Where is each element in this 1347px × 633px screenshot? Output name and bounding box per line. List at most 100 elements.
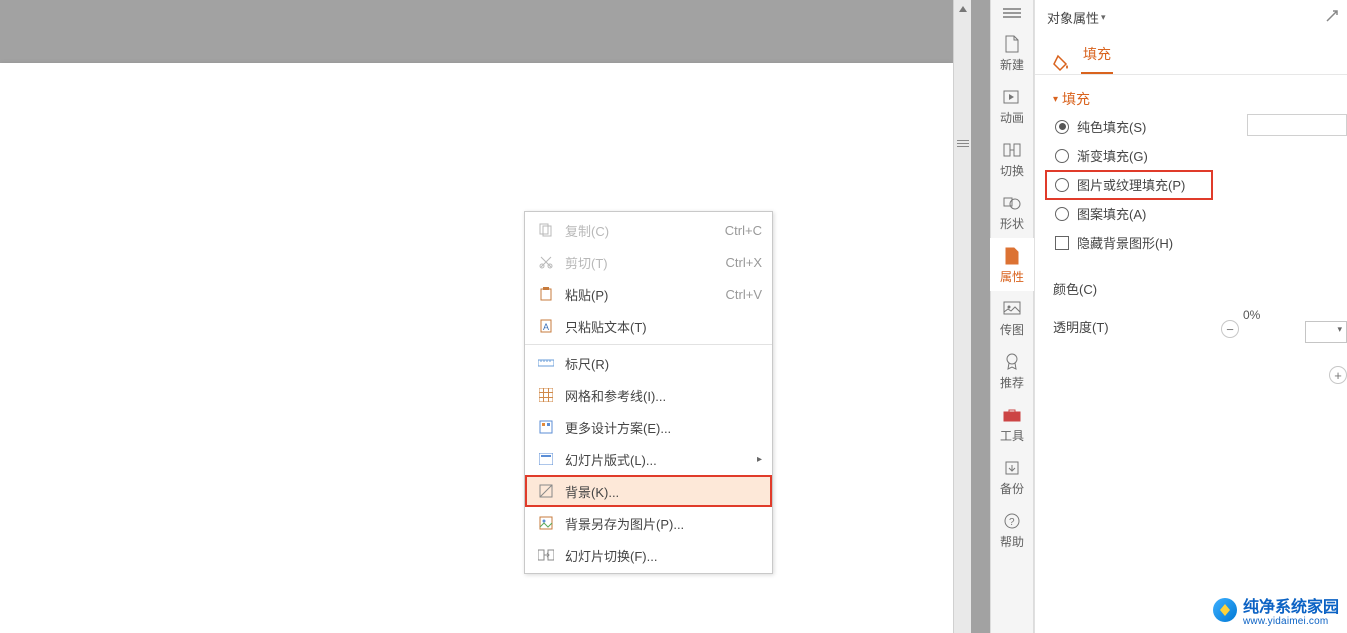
menu-save-background[interactable]: 背景另存为图片(P)... <box>525 507 772 539</box>
background-icon <box>535 482 557 500</box>
menu-grid[interactable]: 网格和参考线(I)... <box>525 379 772 411</box>
panel-title: 对象属性 <box>1047 8 1099 27</box>
watermark: 纯净系统家园 www.yidaimei.com <box>1213 593 1339 627</box>
submenu-arrow-icon: ▸ <box>757 454 762 465</box>
backup-icon <box>1004 458 1020 478</box>
tool-label: 帮助 <box>1000 533 1024 550</box>
menu-more-design[interactable]: 更多设计方案(E)... <box>525 411 772 443</box>
save-image-icon <box>535 514 557 532</box>
menu-cut: 剪切(T) Ctrl+X <box>525 246 772 278</box>
section-title-fill[interactable]: ▾ 填充 <box>1053 89 1329 109</box>
animation-icon <box>1003 87 1021 107</box>
radio-icon <box>1055 207 1069 221</box>
layout-icon <box>535 450 557 468</box>
fill-section: ▾ 填充 纯色填充(S) 渐变填充(G) 图片或纹理填充(P) 图案填充(A) <box>1035 75 1347 256</box>
menu-label: 剪切(T) <box>565 253 718 272</box>
scroll-up-arrow[interactable] <box>954 0 971 18</box>
panel-title-dropdown[interactable]: 对象属性 ▾ <box>1035 0 1347 34</box>
watermark-logo-icon <box>1213 598 1237 622</box>
transparency-value: 0% <box>1243 308 1260 322</box>
watermark-url: www.yidaimei.com <box>1243 617 1339 627</box>
side-toolbar: 新建 动画 切换 形状 属性 传图 推荐 工具 备份 ? 帮助 <box>990 0 1034 633</box>
theme-icon <box>535 418 557 436</box>
tab-fill[interactable]: 填充 <box>1081 40 1113 74</box>
radio-icon <box>1055 149 1069 163</box>
checkbox-hide-background[interactable]: 隐藏背景图形(H) <box>1055 233 1329 252</box>
toolbox-icon <box>1003 405 1021 425</box>
tool-transition[interactable]: 切换 <box>990 132 1034 185</box>
watermark-title: 纯净系统家园 <box>1243 593 1339 617</box>
radio-icon <box>1055 178 1069 192</box>
radio-gradient-fill[interactable]: 渐变填充(G) <box>1055 146 1329 165</box>
svg-text:A: A <box>543 322 549 332</box>
menu-label: 粘贴(P) <box>565 285 718 304</box>
menu-slide-layout[interactable]: 幻灯片版式(L)... ▸ <box>525 443 772 475</box>
tool-new[interactable]: 新建 <box>990 26 1034 79</box>
tool-label: 传图 <box>1000 321 1024 338</box>
menu-label: 更多设计方案(E)... <box>565 418 762 437</box>
tab-row: 填充 <box>1035 34 1347 75</box>
checkbox-icon <box>1055 236 1069 250</box>
transparency-label: 透明度(T) <box>1053 317 1133 336</box>
radio-pattern-fill[interactable]: 图案填充(A) <box>1055 204 1329 223</box>
properties-panel: 对象属性 ▾ 填充 ▾ 填充 纯色填充(S) 渐变填充(G) 图 <box>1034 0 1347 633</box>
tool-animation[interactable]: 动画 <box>990 79 1034 132</box>
menu-label: 标尺(R) <box>565 354 762 373</box>
paste-text-icon: A <box>535 317 557 335</box>
collapse-pin-icon[interactable] <box>1325 9 1339 26</box>
menu-copy: 复制(C) Ctrl+C <box>525 214 772 246</box>
menu-label: 背景另存为图片(P)... <box>565 514 762 533</box>
properties-icon <box>1004 246 1020 266</box>
menu-shortcut: Ctrl+C <box>725 223 762 238</box>
toolbar-handle-icon[interactable] <box>991 0 1033 26</box>
radio-solid-fill[interactable]: 纯色填充(S) <box>1055 117 1329 136</box>
cut-icon <box>535 253 557 271</box>
menu-background[interactable]: 背景(K)... <box>525 475 772 507</box>
scrollbar-vertical[interactable] <box>953 0 971 633</box>
radio-label: 纯色填充(S) <box>1077 117 1146 136</box>
tool-label: 属性 <box>1000 268 1024 285</box>
chevron-down-icon: ▾ <box>1101 12 1106 23</box>
tool-shape[interactable]: 形状 <box>990 185 1034 238</box>
radio-label: 渐变填充(G) <box>1077 146 1148 165</box>
section-label: 填充 <box>1062 89 1090 109</box>
transition-icon <box>535 546 557 564</box>
checkbox-label: 隐藏背景图形(H) <box>1077 233 1173 252</box>
collapse-arrow-icon: ▾ <box>1053 94 1058 105</box>
tool-label: 工具 <box>1000 427 1024 444</box>
menu-label: 只粘贴文本(T) <box>565 317 762 336</box>
slide[interactable] <box>0 63 953 633</box>
menu-slide-transition[interactable]: 幻灯片切换(F)... <box>525 539 772 571</box>
slider-minus-button[interactable]: − <box>1221 320 1239 338</box>
menu-paste[interactable]: 粘贴(P) Ctrl+V <box>525 278 772 310</box>
tool-recommend[interactable]: 推荐 <box>990 344 1034 397</box>
menu-label: 幻灯片版式(L)... <box>565 450 757 469</box>
paste-icon <box>535 285 557 303</box>
tool-properties[interactable]: 属性 <box>990 238 1034 291</box>
scroll-marker-icon <box>957 140 969 150</box>
copy-icon <box>535 221 557 239</box>
svg-text:?: ? <box>1009 517 1015 528</box>
medal-icon <box>1005 352 1019 372</box>
menu-label: 背景(K)... <box>565 482 762 501</box>
tool-label: 动画 <box>1000 109 1024 126</box>
radio-picture-fill[interactable]: 图片或纹理填充(P) <box>1055 175 1329 194</box>
tool-image[interactable]: 传图 <box>990 291 1034 344</box>
shape-icon <box>1003 193 1021 213</box>
radio-label: 图片或纹理填充(P) <box>1077 175 1185 194</box>
fill-bucket-icon <box>1051 52 1073 74</box>
menu-paste-text[interactable]: A 只粘贴文本(T) <box>525 310 772 342</box>
menu-label: 网格和参考线(I)... <box>565 386 762 405</box>
help-icon: ? <box>1004 511 1020 531</box>
transparency-slider[interactable]: − 0% <box>1221 314 1329 338</box>
menu-ruler[interactable]: 标尺(R) <box>525 347 772 379</box>
slider-plus-button[interactable]: + <box>1329 366 1347 384</box>
menu-label: 复制(C) <box>565 221 717 240</box>
menu-shortcut: Ctrl+X <box>726 255 762 270</box>
tool-backup[interactable]: 备份 <box>990 450 1034 503</box>
tool-tools[interactable]: 工具 <box>990 397 1034 450</box>
menu-shortcut: Ctrl+V <box>726 287 762 302</box>
transition-tool-icon <box>1003 140 1021 160</box>
tool-help[interactable]: ? 帮助 <box>990 503 1034 556</box>
tool-label: 形状 <box>1000 215 1024 232</box>
